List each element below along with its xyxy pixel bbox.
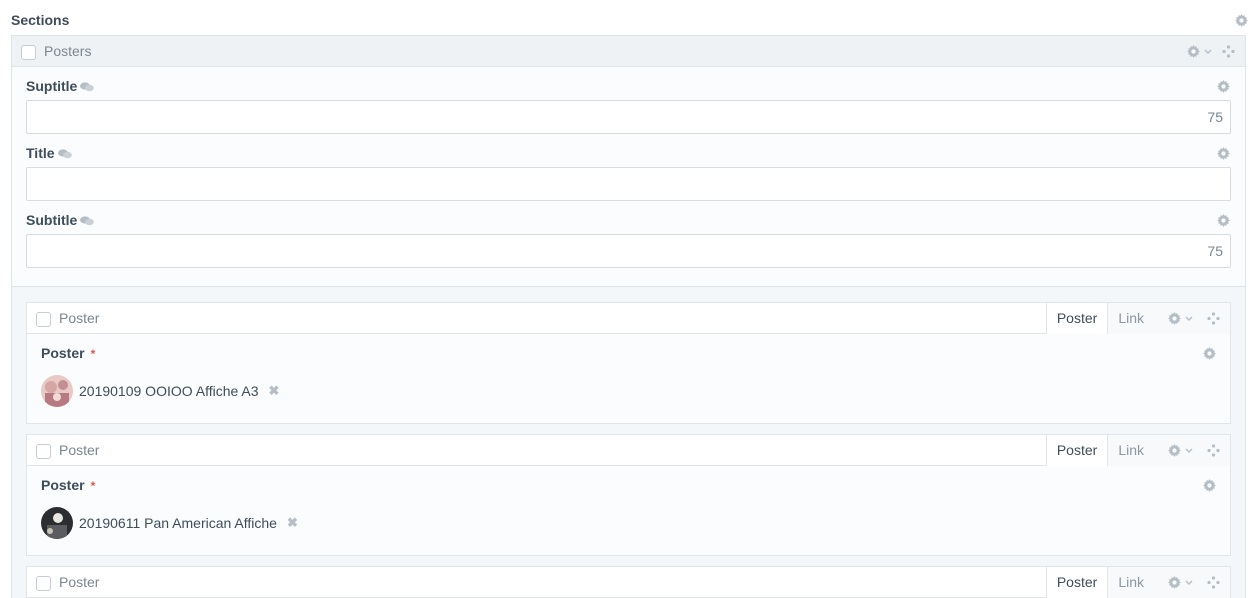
field-label: Suptitle [26,78,78,94]
gear-icon[interactable] [1187,45,1200,58]
required-mark: * [90,347,96,361]
move-icon[interactable] [1222,45,1235,58]
chat-bubble-icon [80,216,94,226]
item-actions [1154,567,1230,598]
remove-icon[interactable]: ✖ [269,383,280,399]
chat-bubble-icon [58,149,72,159]
gear-icon[interactable] [1217,147,1230,160]
poster-item: Poster Poster Link Poster * [26,302,1231,424]
gear-icon[interactable] [1203,347,1216,360]
title-input[interactable] [26,167,1231,201]
item-tabs: Poster Link [1045,435,1230,466]
field-label: Subtitle [26,212,78,228]
poster-item-header: Poster Poster Link [27,435,1230,466]
item-select-checkbox[interactable] [36,576,51,591]
poster-item-header: Poster Poster Link [27,567,1230,598]
item-tabs: Poster Link [1045,303,1230,334]
poster-field-label: Poster * [41,477,96,493]
tab-poster[interactable]: Poster [1045,435,1108,466]
suptitle-field: Suptitle 75 [26,67,1231,134]
move-icon[interactable] [1207,444,1220,457]
move-icon[interactable] [1207,576,1220,589]
suptitle-input[interactable]: 75 [26,100,1231,134]
char-counter: 75 [1207,109,1223,125]
chevron-down-icon[interactable] [1185,580,1193,586]
poster-item-body: Poster * 20190109 OOIOO Affiche A3 ✖ [27,334,1230,423]
gear-icon[interactable] [1168,444,1181,457]
move-icon[interactable] [1207,312,1220,325]
poster-field-label: Poster * [41,345,96,361]
gear-icon[interactable] [1203,479,1216,492]
field-label: Title [26,145,55,161]
chevron-down-icon[interactable] [1185,448,1193,454]
chat-bubble-icon [80,82,94,92]
required-mark: * [90,479,96,493]
block-title: Posters [44,43,92,59]
block-header: Posters [12,36,1245,67]
gear-icon[interactable] [1168,312,1181,325]
gear-icon[interactable] [1217,80,1230,93]
item-actions [1154,435,1230,466]
chevron-down-icon[interactable] [1204,49,1212,55]
item-title: Poster [59,574,100,590]
tab-link[interactable]: Link [1107,567,1154,598]
gear-icon[interactable] [1217,214,1230,227]
title-field: Title [26,134,1231,201]
item-title: Poster [59,310,100,326]
poster-item-body: Poster * 20190611 Pan American Affiche ✖ [27,466,1230,555]
gear-icon[interactable] [1235,14,1248,27]
tab-link[interactable]: Link [1107,303,1154,334]
item-select-checkbox[interactable] [36,312,51,327]
subtitle-input[interactable]: 75 [26,234,1231,268]
sections-title: Sections [11,12,70,28]
asset-thumbnail [41,507,73,539]
asset-thumbnail [41,375,73,407]
asset-chip[interactable]: 20190109 OOIOO Affiche A3 ✖ [41,375,279,407]
item-select-checkbox[interactable] [36,444,51,459]
asset-chip[interactable]: 20190611 Pan American Affiche ✖ [41,507,298,539]
tab-poster[interactable]: Poster [1045,303,1108,334]
item-actions [1154,303,1230,334]
sections-header: Sections [11,11,1248,31]
block-fields: Suptitle 75 Title Subtitle 75 [12,67,1245,287]
poster-item: Poster Poster Link Poster * [26,434,1231,556]
chevron-down-icon[interactable] [1185,316,1193,322]
poster-item: Poster Poster Link [26,566,1231,598]
tab-link[interactable]: Link [1107,435,1154,466]
item-title: Poster [59,442,100,458]
block-actions [1187,45,1235,58]
asset-name: 20190109 OOIOO Affiche A3 [79,383,259,399]
poster-item-header: Poster Poster Link [27,303,1230,334]
remove-icon[interactable]: ✖ [287,515,298,531]
tab-poster[interactable]: Poster [1045,567,1108,598]
asset-name: 20190611 Pan American Affiche [79,515,277,531]
gear-icon[interactable] [1168,576,1181,589]
char-counter: 75 [1207,243,1223,259]
block-select-checkbox[interactable] [21,45,36,60]
subtitle-field: Subtitle 75 [26,201,1231,268]
posters-block: Posters Suptitle 75 Title Subtitle 75 Po… [11,35,1246,598]
item-tabs: Poster Link [1045,567,1230,598]
